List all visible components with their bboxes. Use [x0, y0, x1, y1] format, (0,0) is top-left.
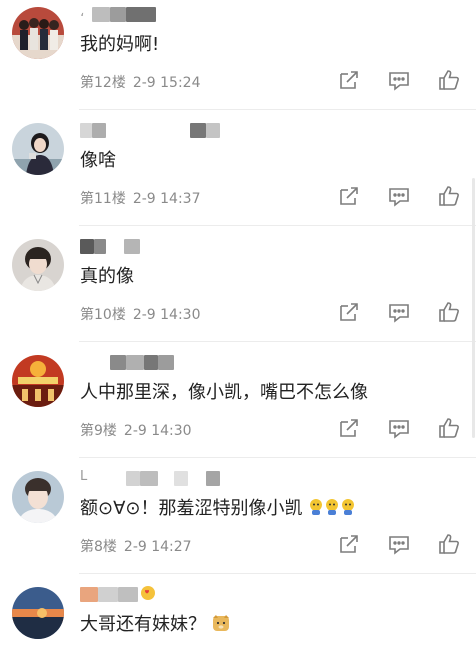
comment-time: 2-9 14:37	[132, 191, 201, 207]
username-row	[80, 237, 456, 255]
username-redacted	[124, 239, 140, 254]
comment-meta: 第9楼 2-9 14:30	[80, 420, 192, 440]
comment-text: 额⊙∀⊙！那羞涩特别像小凯	[80, 494, 356, 521]
floor-number: 第8楼	[80, 539, 117, 555]
username-redacted	[126, 355, 144, 370]
username-redacted	[92, 7, 110, 22]
username-redacted	[80, 239, 94, 254]
comment-text: 真的像	[80, 266, 134, 287]
crying-face-emoji	[308, 498, 324, 521]
like-icon[interactable]	[437, 300, 461, 324]
floor-number: 第12楼	[80, 75, 126, 91]
comment-actions	[337, 416, 463, 440]
comment-item: 大哥还有妹妹？	[0, 574, 476, 649]
comment-item: L 额⊙∀⊙！那羞涩特别像小凯 第8楼 2-9 14:27	[0, 458, 476, 574]
username-redacted	[92, 123, 106, 138]
comment-item: 像啥 第11楼 2-9 14:37	[0, 110, 476, 226]
like-icon[interactable]	[437, 532, 461, 556]
like-icon[interactable]	[437, 184, 461, 208]
comment-text: 大哥还有妹妹？	[80, 610, 230, 637]
username-redacted	[80, 123, 92, 138]
sunset-avatar[interactable]	[12, 587, 64, 639]
comment-time: 2-9 14:30	[132, 307, 201, 323]
username-redacted	[126, 471, 140, 486]
comment-time: 2-9 14:27	[123, 539, 192, 555]
reply-icon[interactable]	[387, 416, 411, 440]
comment-text: 我的妈啊!	[80, 34, 160, 55]
username-redacted	[110, 7, 126, 22]
username-row	[80, 585, 456, 603]
comment-list: ، 我的妈啊! 第12楼 2-9 15:24 像啥 第11楼 2-9 14:37…	[0, 0, 476, 649]
share-icon[interactable]	[337, 532, 361, 556]
group-photo-avatar[interactable]	[12, 7, 64, 59]
floor-number: 第11楼	[80, 191, 126, 207]
username-prefix: L	[80, 469, 88, 484]
username-redacted	[126, 7, 156, 22]
comment-text-main: 大哥还有妹妹？	[80, 614, 206, 635]
username-redacted	[174, 471, 188, 486]
username-redacted	[94, 239, 106, 254]
reply-icon[interactable]	[387, 184, 411, 208]
comment-item: 真的像 第10楼 2-9 14:30	[0, 226, 476, 342]
comment-text-main: 额⊙∀⊙！那羞涩特别像小凯	[80, 498, 303, 519]
like-icon[interactable]	[437, 68, 461, 92]
girl-photo-avatar[interactable]	[12, 123, 64, 175]
comment-time: 2-9 15:24	[132, 75, 201, 91]
heart-face-emoji	[140, 585, 156, 605]
username-redacted	[206, 471, 220, 486]
comment-actions	[337, 68, 463, 92]
reply-icon[interactable]	[387, 68, 411, 92]
username-redacted	[190, 123, 206, 138]
comment-meta: 第8楼 2-9 14:27	[80, 536, 192, 556]
share-icon[interactable]	[337, 416, 361, 440]
comment-item: ، 我的妈啊! 第12楼 2-9 15:24	[0, 0, 476, 110]
comment-meta: 第12楼 2-9 15:24	[80, 72, 201, 92]
comment-actions	[337, 300, 463, 324]
comment-meta: 第11楼 2-9 14:37	[80, 188, 201, 208]
comment-item: 人中那里深，像小凯，嘴巴不怎么像 第9楼 2-9 14:30	[0, 342, 476, 458]
username-redacted	[118, 587, 138, 602]
share-icon[interactable]	[337, 184, 361, 208]
floor-number: 第9楼	[80, 423, 117, 439]
crying-face-emoji	[340, 498, 356, 521]
comment-meta: 第10楼 2-9 14:30	[80, 304, 201, 324]
username-redacted	[80, 587, 98, 602]
comment-time: 2-9 14:30	[123, 423, 192, 439]
username-redacted	[140, 471, 158, 486]
share-icon[interactable]	[337, 300, 361, 324]
username-redacted	[144, 355, 158, 370]
username-row: ،	[80, 5, 456, 23]
scrollbar[interactable]	[472, 178, 475, 438]
username-redacted	[110, 355, 126, 370]
username-redacted	[158, 355, 174, 370]
username-row	[80, 353, 456, 371]
share-icon[interactable]	[337, 68, 361, 92]
stage-photo-avatar[interactable]	[12, 355, 64, 407]
crying-face-emoji	[324, 498, 340, 521]
username-redacted	[98, 587, 118, 602]
reply-icon[interactable]	[387, 300, 411, 324]
username-row	[80, 121, 456, 139]
reply-icon[interactable]	[387, 532, 411, 556]
comment-actions	[337, 532, 463, 556]
username-redacted	[206, 123, 220, 138]
comment-text: 像啥	[80, 150, 116, 171]
doge-emoji	[212, 614, 230, 637]
boy-photo-avatar[interactable]	[12, 239, 64, 291]
floor-number: 第10楼	[80, 307, 126, 323]
young-man-avatar[interactable]	[12, 471, 64, 523]
username-row: L	[80, 469, 456, 487]
username-prefix: ،	[80, 5, 85, 20]
comment-text: 人中那里深，像小凯，嘴巴不怎么像	[80, 382, 368, 403]
comment-actions	[337, 184, 463, 208]
like-icon[interactable]	[437, 416, 461, 440]
